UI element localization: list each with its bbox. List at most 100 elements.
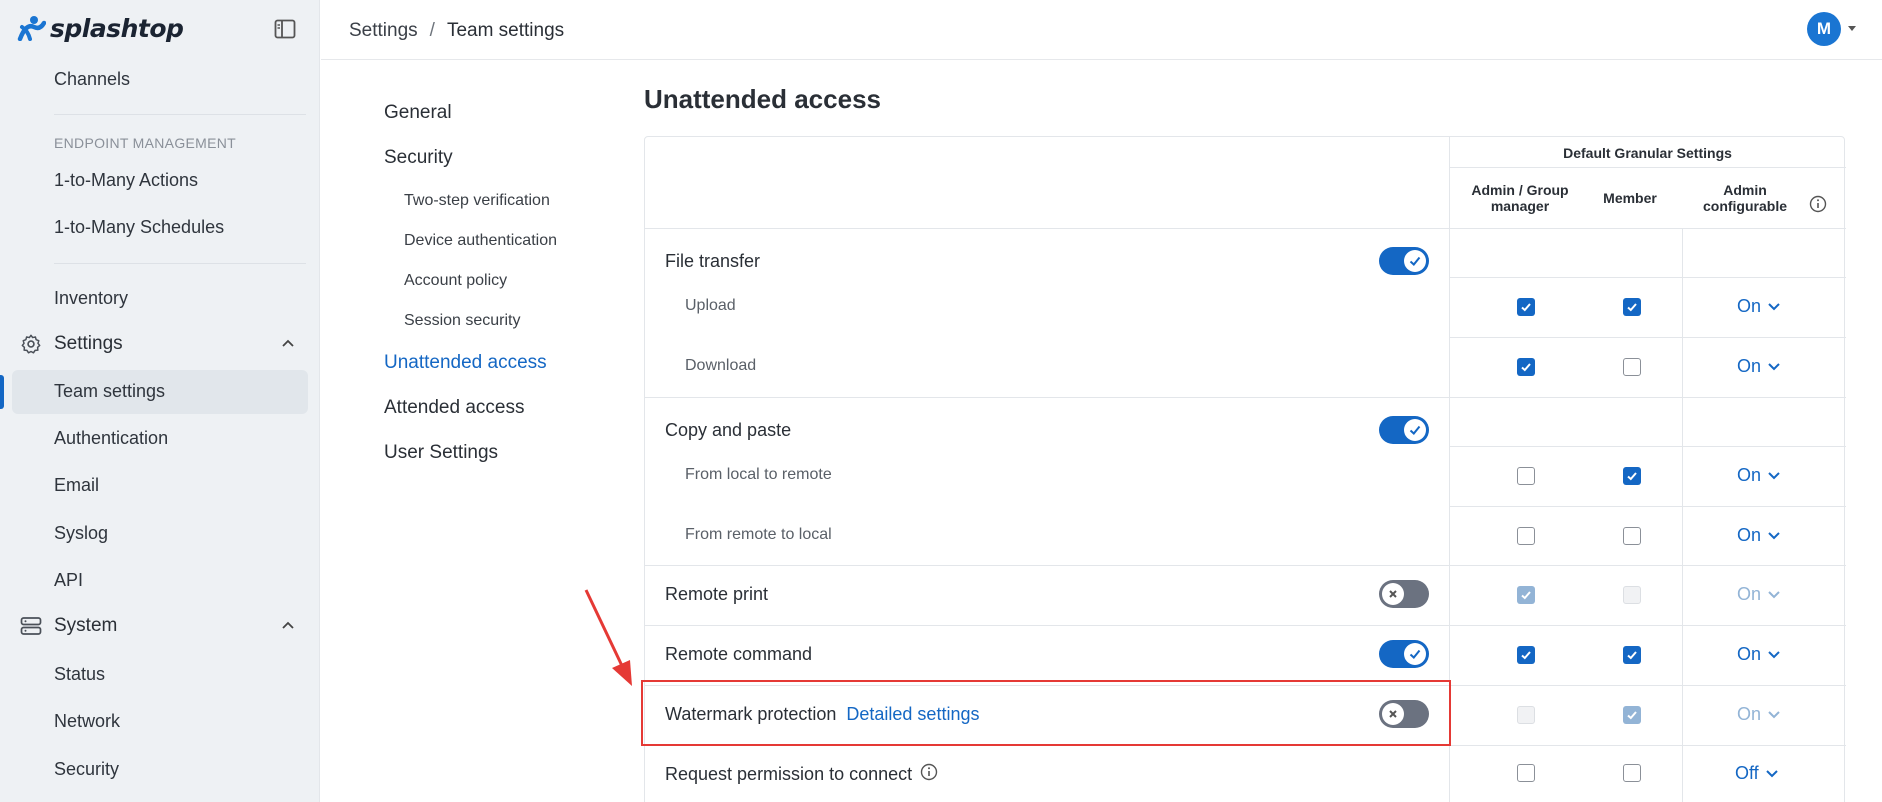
sidebar-item-inventory[interactable]: Inventory (54, 288, 128, 309)
subnav-security[interactable]: Security (384, 147, 453, 169)
remote-command-configurable-value: On (1737, 644, 1762, 664)
sidebar-item-channels[interactable]: Channels (54, 69, 130, 90)
remote-command-member-checkbox[interactable] (1623, 646, 1641, 664)
header-member: Member (1603, 190, 1657, 206)
remote-to-local-member-checkbox[interactable] (1623, 527, 1641, 545)
upload-configurable-dropdown[interactable]: On (1737, 296, 1781, 317)
chevron-up-icon (280, 335, 296, 356)
subnav-account-policy[interactable]: Account policy (404, 272, 507, 290)
table-divider (1449, 277, 1846, 278)
sidebar-item-1-to-many-actions[interactable]: 1-to-Many Actions (54, 170, 198, 191)
subnav-unattended-access[interactable]: Unattended access (384, 352, 547, 374)
sidebar: splashtop Channels ENDPOINT MANAGEMENT 1… (0, 0, 320, 802)
subnav-two-step-verification[interactable]: Two-step verification (404, 192, 550, 210)
sidebar-divider (54, 114, 306, 115)
sidebar-item-1-to-many-schedules[interactable]: 1-to-Many Schedules (54, 217, 224, 238)
chevron-up-icon (280, 617, 296, 638)
sidebar-item-status[interactable]: Status (54, 664, 105, 685)
row-label-download: Download (685, 357, 757, 374)
caret-down-icon[interactable] (1848, 26, 1856, 31)
sidebar-item-email[interactable]: Email (54, 475, 99, 496)
local-to-remote-member-checkbox[interactable] (1623, 467, 1641, 485)
remote-to-local-admin-checkbox[interactable] (1517, 527, 1535, 545)
breadcrumb-current: Team settings (446, 20, 565, 41)
copy-and-paste-toggle[interactable] (1379, 416, 1429, 444)
request-permission-configurable-value: Off (1735, 763, 1759, 783)
subnav-user-settings[interactable]: User Settings (384, 442, 498, 464)
sidebar-item-network[interactable]: Network (54, 711, 120, 732)
local-to-remote-configurable-value: On (1737, 465, 1762, 485)
sidebar-section-endpoint: ENDPOINT MANAGEMENT (54, 135, 237, 151)
remote-to-local-configurable-dropdown[interactable]: On (1737, 525, 1781, 546)
subnav-session-security[interactable]: Session security (404, 312, 521, 330)
header-default-granular-settings: Default Granular Settings (1563, 145, 1732, 161)
table-divider (1449, 446, 1846, 447)
table-divider (1449, 167, 1846, 168)
info-icon[interactable] (1809, 195, 1827, 218)
remote-command-admin-checkbox[interactable] (1517, 646, 1535, 664)
sidebar-item-security[interactable]: Security (54, 759, 119, 780)
chevron-down-icon (1767, 584, 1781, 605)
sidebar-item-syslog[interactable]: Syslog (54, 523, 108, 544)
server-icon (20, 615, 42, 637)
check-icon (1404, 419, 1426, 441)
sidebar-group-system-label: System (54, 615, 118, 636)
table-divider (645, 228, 1846, 229)
file-transfer-toggle[interactable] (1379, 247, 1429, 275)
remote-print-configurable-dropdown: On (1737, 584, 1781, 605)
sidebar-collapse-icon[interactable] (274, 19, 296, 39)
remote-print-member-checkbox (1623, 586, 1641, 604)
row-label-upload: Upload (685, 297, 736, 314)
row-label-local-to-remote: From local to remote (685, 466, 832, 483)
sidebar-group-system[interactable]: System (20, 611, 300, 641)
splashtop-logo[interactable]: splashtop (16, 12, 184, 44)
download-configurable-dropdown[interactable]: On (1737, 356, 1781, 377)
row-label-remote-print: Remote print (665, 584, 769, 604)
table-divider (1449, 506, 1846, 507)
chevron-down-icon (1767, 644, 1781, 665)
sidebar-group-settings-label: Settings (54, 333, 123, 354)
sidebar-item-api[interactable]: API (54, 570, 83, 591)
upload-admin-checkbox[interactable] (1517, 298, 1535, 316)
download-admin-checkbox[interactable] (1517, 358, 1535, 376)
sidebar-group-settings[interactable]: Settings (20, 329, 300, 359)
download-configurable-value: On (1737, 356, 1762, 376)
sidebar-item-authentication[interactable]: Authentication (54, 428, 168, 449)
chevron-down-icon (1767, 704, 1781, 725)
row-label-remote-to-local: From remote to local (685, 526, 832, 543)
request-permission-admin-checkbox[interactable] (1517, 764, 1535, 782)
subnav-device-authentication[interactable]: Device authentication (404, 232, 557, 250)
remote-print-configurable-value: On (1737, 584, 1762, 604)
request-permission-label: Request permission to connect (665, 764, 913, 784)
breadcrumb-root[interactable]: Settings (349, 20, 418, 42)
info-icon[interactable] (920, 763, 938, 786)
table-divider (645, 397, 1846, 398)
breadcrumb: Settings / Team settings (349, 20, 564, 42)
subnav-general[interactable]: General (384, 102, 452, 124)
annotation-arrow-icon (584, 589, 632, 686)
header-admin-configurable: Admin configurable (1702, 182, 1787, 214)
remote-command-configurable-dropdown[interactable]: On (1737, 644, 1781, 665)
gear-icon (20, 333, 42, 355)
local-to-remote-configurable-dropdown[interactable]: On (1737, 465, 1781, 486)
request-permission-member-checkbox[interactable] (1623, 764, 1641, 782)
download-member-checkbox[interactable] (1623, 358, 1641, 376)
subnav-attended-access[interactable]: Attended access (384, 397, 524, 419)
page-title: Unattended access (644, 84, 881, 114)
table-divider (645, 625, 1846, 626)
chevron-down-icon (1767, 296, 1781, 317)
top-bar: Settings / Team settings M (321, 0, 1882, 60)
user-avatar[interactable]: M (1807, 12, 1841, 46)
local-to-remote-admin-checkbox[interactable] (1517, 467, 1535, 485)
sidebar-active-indicator (0, 375, 4, 409)
table-divider (1682, 228, 1683, 802)
remote-command-toggle[interactable] (1379, 640, 1429, 668)
brand-name: splashtop (50, 13, 184, 43)
remote-print-toggle[interactable] (1379, 580, 1429, 608)
chevron-down-icon (1767, 525, 1781, 546)
sidebar-item-team-settings[interactable]: Team settings (54, 381, 165, 402)
request-permission-configurable-dropdown[interactable]: Off (1735, 763, 1779, 784)
highlight-box (641, 680, 1451, 746)
upload-member-checkbox[interactable] (1623, 298, 1641, 316)
breadcrumb-separator: / (429, 20, 435, 41)
